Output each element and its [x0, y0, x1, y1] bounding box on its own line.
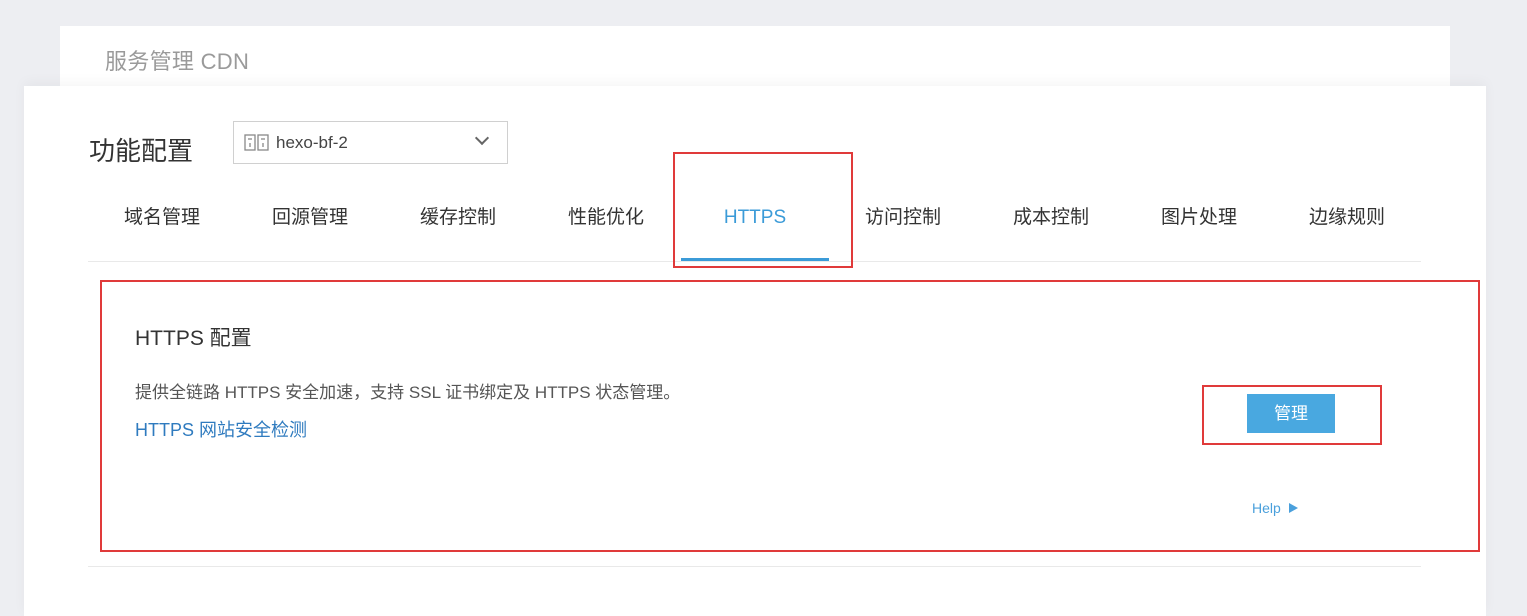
tab-origin-management[interactable]: 回源管理 — [236, 188, 384, 262]
feature-config-title: 功能配置 — [89, 136, 194, 166]
help-label: Help — [1252, 500, 1281, 516]
tab-cost-control[interactable]: 成本控制 — [977, 188, 1125, 262]
tab-https[interactable]: HTTPS — [681, 188, 829, 262]
page-title: 服务管理 CDN — [105, 49, 250, 74]
https-security-check-link[interactable]: HTTPS 网站安全检测 — [135, 416, 307, 442]
tab-image-processing[interactable]: 图片处理 — [1125, 188, 1273, 262]
main-card: 功能配置 hexo-bf-2 域名管理 回源管理 缓存控制 性能优化 HTTPS… — [24, 86, 1486, 616]
divider — [88, 566, 1421, 567]
feature-tabs: 域名管理 回源管理 缓存控制 性能优化 HTTPS 访问控制 成本控制 图片处理… — [88, 188, 1421, 262]
tab-performance[interactable]: 性能优化 — [532, 188, 680, 262]
tab-domain-management[interactable]: 域名管理 — [88, 188, 236, 262]
domain-icon — [244, 133, 270, 153]
domain-select-value: hexo-bf-2 — [276, 132, 348, 152]
chevron-down-icon — [474, 130, 490, 146]
manage-button[interactable]: 管理 — [1247, 394, 1335, 433]
active-tab-indicator — [681, 258, 829, 261]
help-link[interactable]: Help — [1252, 500, 1298, 516]
domain-select[interactable]: hexo-bf-2 — [233, 121, 508, 164]
tab-edge-rules[interactable]: 边缘规则 — [1273, 188, 1421, 262]
tab-cache-control[interactable]: 缓存控制 — [384, 188, 532, 262]
panel-title: HTTPS 配置 — [135, 327, 252, 350]
https-config-panel: HTTPS 配置 提供全链路 HTTPS 安全加速，支持 SSL 证书绑定及 H… — [100, 280, 1480, 552]
tab-access-control[interactable]: 访问控制 — [829, 188, 977, 262]
play-arrow-icon — [1288, 503, 1298, 513]
panel-description: 提供全链路 HTTPS 安全加速，支持 SSL 证书绑定及 HTTPS 状态管理… — [135, 383, 681, 402]
